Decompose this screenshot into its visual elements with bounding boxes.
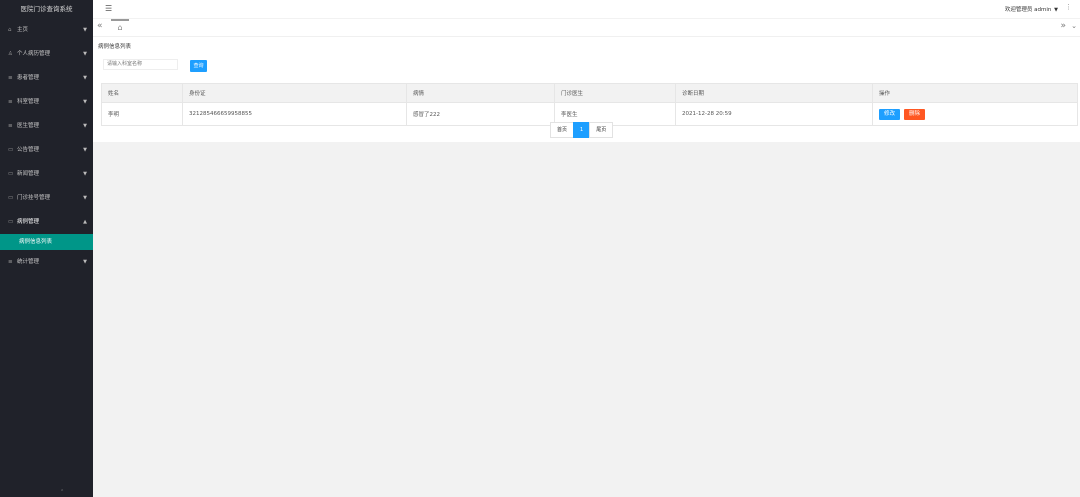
chevron-down-icon: ▼ [83,147,87,153]
sidebar-item-personal-records[interactable]: ♙ 个人病历管理 ▼ [0,42,93,66]
sidebar-item-news[interactable]: ▭ 新闻管理 ▼ [0,162,93,186]
list-icon: ≡ [8,123,13,129]
sidebar-item-doctors[interactable]: ≡ 医生管理 ▼ [0,114,93,138]
list-icon: ≡ [8,75,13,81]
sidebar-item-label: 统计管理 [17,259,40,265]
sidebar-item-departments[interactable]: ≡ 科室管理 ▼ [0,90,93,114]
collapse-icon[interactable]: ⌃ [60,489,64,495]
sidebar-item-home[interactable]: ⌂ 主页 ▼ [0,18,93,42]
list-icon: ≡ [8,259,13,265]
content-panel: 病例信息列表 查询 姓名 身份证 病情 门诊医生 诊断日期 操作 李明 3212… [93,37,1080,142]
document-icon: ▭ [8,195,14,201]
column-header: 操作 [872,83,1078,103]
home-icon: ⌂ [117,23,123,32]
chevron-down-icon: ▼ [83,259,87,265]
table-cell: 2021-12-28 20:59 [675,102,873,126]
sidebar-subitem-case-list[interactable]: 病例信息列表 [0,234,93,250]
document-icon: ▭ [8,171,14,177]
chevron-down-icon: ▼ [83,75,87,81]
user-menu[interactable]: 欢迎管理员 admin ▼ [1005,5,1058,13]
caret-down-icon: ▼ [1054,7,1058,13]
table-header-row: 姓名 身份证 病情 门诊医生 诊断日期 操作 [101,83,1078,103]
document-icon: ▭ [8,219,14,225]
edit-button[interactable]: 修改 [879,108,901,120]
chevron-down-icon: ▼ [83,195,87,201]
sidebar-item-label: 病例管理 [17,219,40,225]
sidebar-item-patients[interactable]: ≡ 患者管理 ▼ [0,66,93,90]
table-cell: 321285466659958855 [182,102,407,126]
tab-scroll-right-icon[interactable]: » [1060,21,1066,31]
tabs-bar: « ⌂ » ⌄ [93,19,1080,37]
sidebar-item-label: 个人病历管理 [17,51,51,57]
table-actions-cell: 修改 删除 [872,102,1078,126]
table-cell: 感冒了222 [406,102,555,126]
home-icon: ⌂ [8,27,12,33]
sidebar-item-statistics[interactable]: ≡ 统计管理 ▼ [0,250,93,274]
sidebar-item-cases[interactable]: ▭ 病例管理 ▲ [0,210,93,234]
more-icon[interactable]: ⋮ [1065,3,1072,11]
document-icon: ▭ [8,147,14,153]
page-number-current[interactable]: 1 [573,122,591,138]
list-icon: ≡ [8,99,13,105]
content-area: 病例信息列表 查询 姓名 身份证 病情 门诊医生 诊断日期 操作 李明 3212… [93,37,1080,497]
sidebar-item-registration[interactable]: ▭ 门诊挂号管理 ▼ [0,186,93,210]
sidebar-item-label: 患者管理 [17,75,40,81]
chevron-down-icon: ▼ [83,123,87,129]
header: ☰ 欢迎管理员 admin ▼ ⋮ [93,0,1080,19]
sidebar-submenu: 病例信息列表 [0,234,93,250]
chevron-down-icon: ▼ [83,27,87,33]
chevron-up-icon: ▲ [83,219,87,225]
last-page-button[interactable]: 尾页 [589,122,614,138]
sidebar-item-label: 主页 [17,27,29,33]
user-welcome-text: 欢迎管理员 admin [1004,7,1052,13]
pagination: 首页 1 尾页 [550,122,614,138]
sidebar-item-label: 科室管理 [17,99,40,105]
sidebar-item-label: 医生管理 [17,123,40,129]
tab-home[interactable]: ⌂ [111,19,129,37]
search-input[interactable] [103,59,178,70]
sidebar-item-label: 门诊挂号管理 [17,195,51,201]
sidebar: 医院门诊查询系统 ⌂ 主页 ▼ ♙ 个人病历管理 ▼ ≡ 患者管理 ▼ ≡ 科室管理 ▼… [0,0,93,497]
column-header: 姓名 [101,83,183,103]
sidebar-item-announcements[interactable]: ▭ 公告管理 ▼ [0,138,93,162]
chevron-down-icon: ▼ [83,99,87,105]
case-table: 姓名 身份证 病情 门诊医生 诊断日期 操作 李明 32128546665995… [101,83,1078,126]
first-page-button[interactable]: 首页 [550,122,575,138]
delete-button[interactable]: 删除 [904,108,926,120]
column-header: 身份证 [182,83,407,103]
column-header: 诊断日期 [675,83,873,103]
app-title: 医院门诊查询系统 [20,5,73,13]
chevron-down-icon: ▼ [83,171,87,177]
menu-toggle-icon[interactable]: ☰ [105,4,112,13]
sidebar-item-label: 新闻管理 [17,171,40,177]
sidebar-item-label: 公告管理 [17,147,40,153]
column-header: 门诊医生 [554,83,676,103]
search-button[interactable]: 查询 [190,60,207,72]
table-cell: 李明 [101,102,183,126]
tab-dropdown-icon[interactable]: ⌄ [1071,22,1077,30]
tab-scroll-left-icon[interactable]: « [97,21,103,31]
page-title: 病例信息列表 [98,44,132,50]
user-icon: ♙ [8,51,13,57]
chevron-down-icon: ▼ [83,51,87,57]
column-header: 病情 [406,83,555,103]
